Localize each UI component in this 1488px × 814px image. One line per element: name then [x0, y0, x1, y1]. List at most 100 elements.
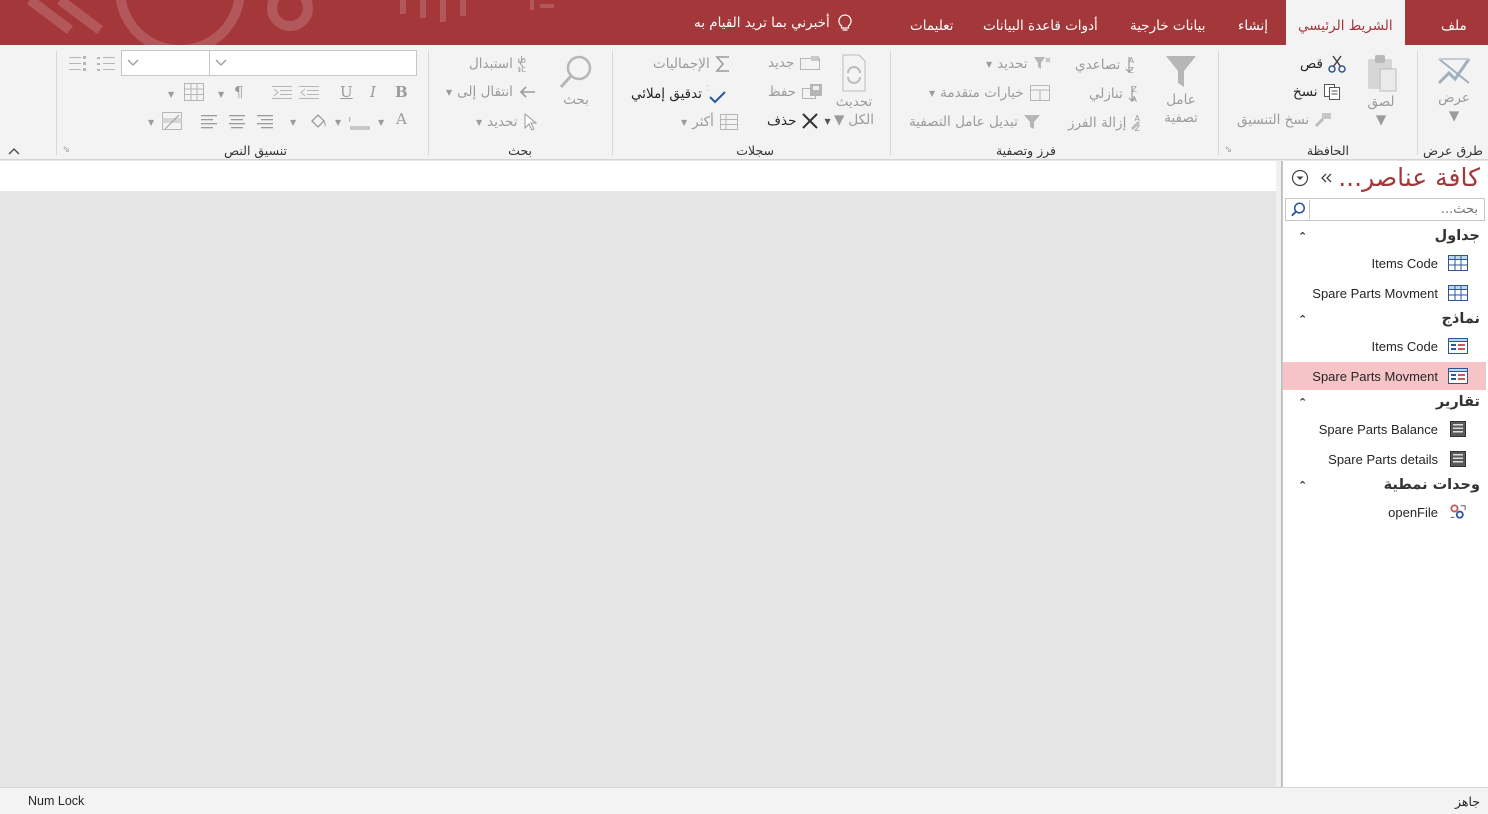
toggle-filter-button[interactable]: تبديل عامل التصفية [909, 113, 1041, 131]
search-icon[interactable] [1288, 200, 1310, 219]
fill-color-dropdown-arrow[interactable]: ▼ [290, 118, 296, 127]
tab-home[interactable]: الشريط الرئيسي [1286, 0, 1405, 45]
delete-record-button[interactable]: ▼ حذف [767, 112, 831, 130]
chevron-down-icon [127, 59, 139, 66]
nav-item-table-items-code[interactable]: Items Code [1283, 249, 1486, 277]
bullets-icon[interactable] [96, 55, 116, 73]
menu-dropdown-circle-icon[interactable] [1291, 169, 1309, 187]
nav-category-label: جداول [1434, 228, 1480, 244]
sort-descending-button[interactable]: ZA تنازلي [1089, 84, 1148, 104]
nav-item-label: Items Code [1371, 338, 1438, 354]
tell-me-box[interactable]: أخبرني بما تريد القيام به [694, 0, 852, 45]
format-painter-button[interactable]: نسخ التنسيق [1237, 112, 1332, 128]
nav-category-tables[interactable]: جداول ⌃ [1288, 222, 1480, 250]
paragraph-dropdown-arrow[interactable]: ▼ [218, 90, 224, 99]
alternate-row-dropdown-arrow[interactable]: ▼ [148, 118, 154, 127]
nav-category-reports[interactable]: تقارير ⌃ [1288, 388, 1480, 416]
copy-icon [1323, 84, 1340, 100]
underline-icon[interactable]: U [340, 83, 353, 101]
font-color-dropdown-arrow[interactable]: ▼ [378, 118, 384, 127]
increase-indent-icon[interactable] [271, 85, 293, 101]
gridlines-dropdown-arrow[interactable]: ▼ [168, 90, 174, 99]
nav-item-table-spare-parts-movment[interactable]: Spare Parts Movment [1283, 279, 1486, 307]
select-label: تحديد [487, 114, 518, 130]
new-record-button[interactable]: جديد [768, 55, 821, 71]
double-chevron-left-icon[interactable] [1319, 171, 1333, 185]
decrease-indent-icon[interactable] [298, 85, 320, 101]
replace-button[interactable]: abac استبدال [469, 55, 540, 73]
remove-sort-icon: AZ [1131, 114, 1141, 133]
more-records-button[interactable]: أكثر ▼ [681, 113, 739, 131]
numbering-icon[interactable] [68, 55, 88, 73]
fill-color-icon[interactable] [308, 111, 328, 131]
tab-external-data[interactable]: بيانات خارجية [1130, 0, 1205, 45]
ribbon: عرض ▼ طرق عرض لصق ▼ قص نسخ نسخ التنسيق ا… [0, 45, 1488, 160]
italic-icon[interactable]: I [370, 83, 376, 101]
nav-item-form-items-code[interactable]: Items Code [1283, 332, 1486, 360]
refresh-label-line1: تحديث [835, 94, 873, 110]
spelling-button[interactable]: ABC تدقيق إملائي [631, 83, 727, 105]
nav-search-input[interactable] [1286, 199, 1484, 220]
nav-category-forms[interactable]: نماذج ⌃ [1288, 305, 1480, 333]
tab-file[interactable]: ملف [1441, 0, 1467, 45]
filter-button[interactable]: عامل تصفية [1157, 53, 1205, 127]
align-right-icon[interactable] [256, 113, 274, 129]
tab-create[interactable]: إنشاء [1238, 0, 1268, 45]
form-icon [1448, 338, 1468, 354]
document-area [0, 191, 1276, 787]
delete-label: حذف [767, 113, 797, 129]
font-color-icon[interactable]: A [396, 110, 407, 128]
tab-help[interactable]: تعليمات [910, 0, 953, 45]
totals-button[interactable]: الإجماليات [653, 55, 731, 73]
refresh-dropdown-arrow: ▼ [834, 112, 845, 128]
spelling-check-icon: ABC [707, 84, 726, 104]
nav-item-report-spare-parts-balance[interactable]: Spare Parts Balance [1283, 415, 1486, 443]
refresh-all-button[interactable]: تحديث الكل ▼ [830, 53, 878, 129]
sort-descending-icon: ZA [1128, 85, 1137, 104]
group-label-find: بحث [508, 143, 532, 158]
highlight-icon[interactable]: ab [349, 111, 371, 131]
text-formatting-launcher-icon[interactable]: ⬂ [60, 145, 70, 155]
view-button[interactable]: عرض ▼ [1428, 53, 1480, 125]
svg-text:ABC: ABC [707, 84, 708, 93]
align-center-icon[interactable] [228, 113, 246, 129]
find-button[interactable]: بحث [554, 53, 598, 109]
tab-database-tools[interactable]: أدوات قاعدة البيانات [983, 0, 1098, 45]
font-size-combo[interactable] [121, 50, 210, 76]
paste-button[interactable]: لصق ▼ [1357, 53, 1405, 129]
alternate-row-color-icon[interactable] [161, 111, 183, 131]
advanced-dropdown-arrow: ▼ [929, 88, 936, 98]
find-label: بحث [563, 92, 589, 108]
bold-icon[interactable]: B [395, 83, 408, 101]
align-left-icon[interactable] [200, 113, 218, 129]
cut-button[interactable]: قص [1300, 55, 1346, 73]
clipboard-launcher-icon[interactable]: ⬂ [1222, 145, 1232, 155]
nav-category-modules[interactable]: وحدات نمطية ⌃ [1288, 471, 1480, 499]
highlight-dropdown-arrow[interactable]: ▼ [335, 118, 341, 127]
nav-item-report-spare-parts-details[interactable]: Spare Parts details [1283, 445, 1486, 473]
paragraph-direction-icon[interactable]: ¶ [234, 83, 244, 101]
table-icon [1448, 255, 1468, 271]
gridlines-icon[interactable] [183, 82, 205, 102]
nav-item-module-openfile[interactable]: openFile [1283, 498, 1486, 526]
copy-button[interactable]: نسخ [1293, 83, 1341, 101]
group-label-views: طرق عرض [1423, 143, 1483, 158]
font-name-combo[interactable] [209, 50, 417, 76]
remove-sort-button[interactable]: AZ إزالة الفرز [1068, 113, 1151, 133]
delete-dropdown-arrow: ▼ [824, 116, 831, 126]
collapse-ribbon-icon[interactable] [7, 146, 21, 156]
toggle-filter-icon [1023, 115, 1040, 129]
goto-button[interactable]: انتقال إلى ▼ [446, 84, 536, 100]
advanced-filter-button[interactable]: خيارات متقدمة ▼ [929, 84, 1051, 102]
selection-filter-button[interactable]: تحديد ▼ [986, 55, 1051, 73]
navigation-pane: كافة عناصر... جداول ⌃ Items Code Spare P… [1282, 161, 1488, 787]
save-icon [802, 84, 822, 99]
nav-item-form-spare-parts-movment[interactable]: Spare Parts Movment [1283, 362, 1486, 390]
save-record-button[interactable]: حفظ [768, 83, 823, 101]
sort-ascending-button[interactable]: AZ تصاعدي [1075, 55, 1145, 75]
select-button[interactable]: تحديد ▼ [476, 113, 537, 131]
filter-label-line2: تصفية [1164, 110, 1198, 126]
delete-x-icon [802, 113, 819, 129]
nav-pane-title[interactable]: كافة عناصر... [1338, 163, 1480, 192]
status-ready-text: جاهز [1454, 794, 1480, 809]
